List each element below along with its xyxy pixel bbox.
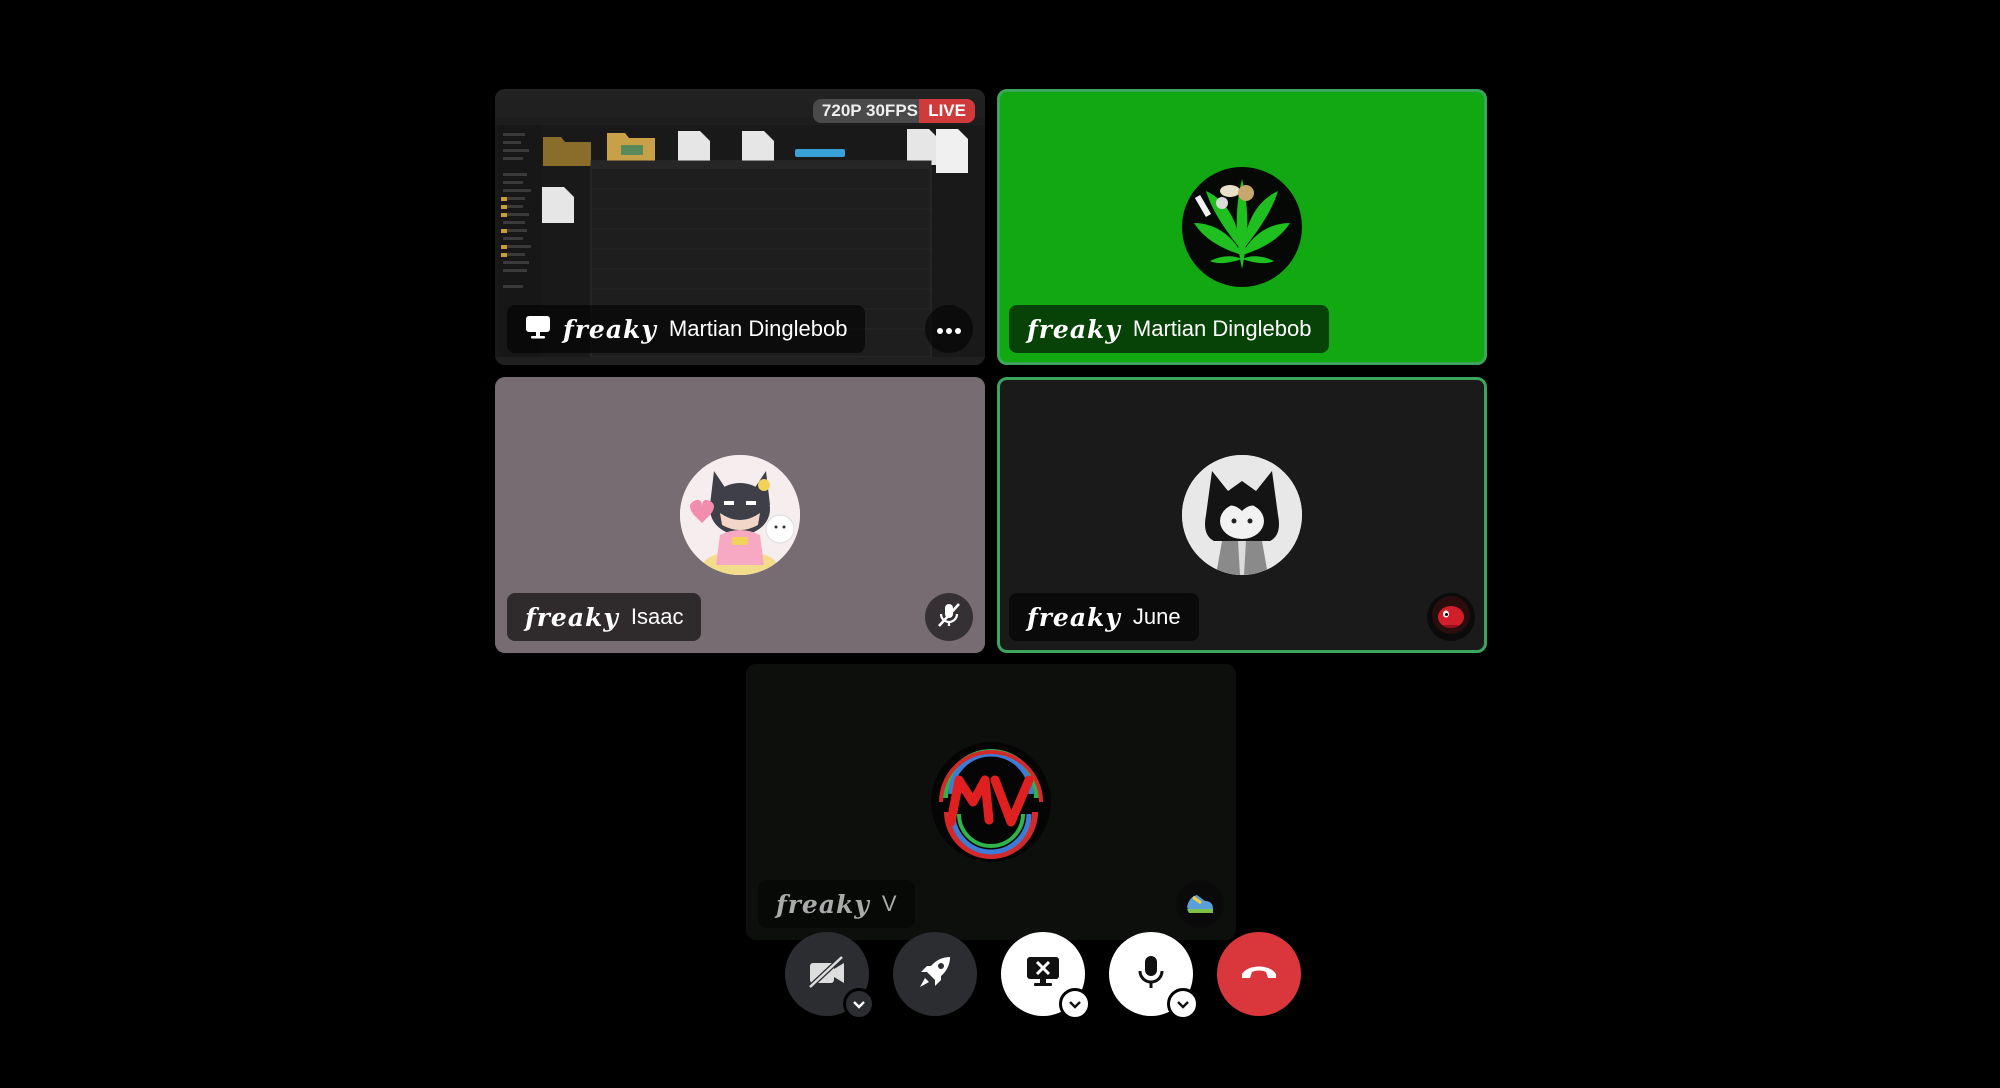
user-name: Martian Dinglebob (668, 316, 848, 341)
shoe-icon (1183, 885, 1217, 923)
screenshare-tile[interactable]: 720P 30FPS LIVE 𝒇𝒓𝒆𝒂𝒌𝒚 Martian Dinglebob (495, 89, 985, 365)
activity-avatar[interactable] (1176, 880, 1224, 928)
muted-indicator (925, 593, 973, 641)
user-tag: 𝒇𝒓𝒆𝒂𝒌𝒚 (525, 602, 619, 632)
more-options-button[interactable] (925, 305, 973, 353)
user-name: Isaac (630, 604, 684, 629)
activities-button[interactable] (893, 932, 977, 1016)
camera-button[interactable] (785, 932, 875, 1020)
participant-tile[interactable]: 𝒇𝒓𝒆𝒂𝒌𝒚 June (997, 377, 1487, 653)
user-tag: 𝒇𝒓𝒆𝒂𝒌𝒚 (1027, 602, 1121, 632)
activity-avatar[interactable] (1427, 593, 1475, 641)
avatar (1182, 455, 1302, 575)
live-label: LIVE (928, 101, 966, 120)
user-tag: 𝒇𝒓𝒆𝒂𝒌𝒚 (1027, 314, 1121, 344)
user-tag: 𝒇𝒓𝒆𝒂𝒌𝒚 (776, 889, 870, 919)
chevron-down-icon (1068, 995, 1082, 1014)
chevron-down-icon (852, 995, 866, 1014)
nameplate: 𝒇𝒓𝒆𝒂𝒌𝒚 Martian Dinglebob (1009, 305, 1330, 353)
user-name: V (881, 891, 897, 916)
red-character-icon (1431, 595, 1471, 639)
nameplate: 𝒇𝒓𝒆𝒂𝒌𝒚 V (758, 880, 915, 928)
participant-tile[interactable]: 𝒇𝒓𝒆𝒂𝒌𝒚 Martian Dinglebob (997, 89, 1487, 365)
stream-quality-label: 720P 30FPS (821, 101, 918, 120)
more-dots-icon (936, 320, 962, 339)
avatar (1182, 167, 1302, 287)
nameplate: 𝒇𝒓𝒆𝒂𝒌𝒚 June (1009, 593, 1199, 641)
microphone-button[interactable] (1109, 932, 1199, 1020)
live-badge: LIVE (919, 99, 975, 123)
user-name: Martian Dinglebob (1132, 316, 1312, 341)
phone-hangup-icon (1240, 962, 1278, 986)
participant-tile[interactable]: 𝒇𝒓𝒆𝒂𝒌𝒚 V (746, 664, 1236, 940)
screenshare-options-button[interactable] (1059, 988, 1091, 1020)
avatar (680, 455, 800, 575)
avatar (931, 742, 1051, 862)
participant-tile[interactable]: 𝒇𝒓𝒆𝒂𝒌𝒚 Isaac (495, 377, 985, 653)
camera-off-icon (808, 955, 846, 993)
screen-share-icon (525, 315, 551, 343)
stop-screenshare-button[interactable] (1001, 932, 1091, 1020)
user-name: June (1132, 604, 1181, 629)
nameplate: 𝒇𝒓𝒆𝒂𝒌𝒚 Isaac (507, 593, 702, 641)
microphone-icon (1136, 954, 1166, 994)
mic-muted-icon (935, 601, 963, 633)
screen-x-icon (1025, 955, 1061, 993)
rocket-icon (917, 954, 953, 994)
chevron-down-icon (1176, 995, 1190, 1014)
disconnect-button[interactable] (1217, 932, 1301, 1016)
nameplate: 𝒇𝒓𝒆𝒂𝒌𝒚 Martian Dinglebob (507, 305, 866, 353)
microphone-options-button[interactable] (1167, 988, 1199, 1020)
camera-options-button[interactable] (843, 988, 875, 1020)
stream-quality-badge: 720P 30FPS (812, 99, 927, 123)
user-tag: 𝒇𝒓𝒆𝒂𝒌𝒚 (563, 314, 657, 344)
